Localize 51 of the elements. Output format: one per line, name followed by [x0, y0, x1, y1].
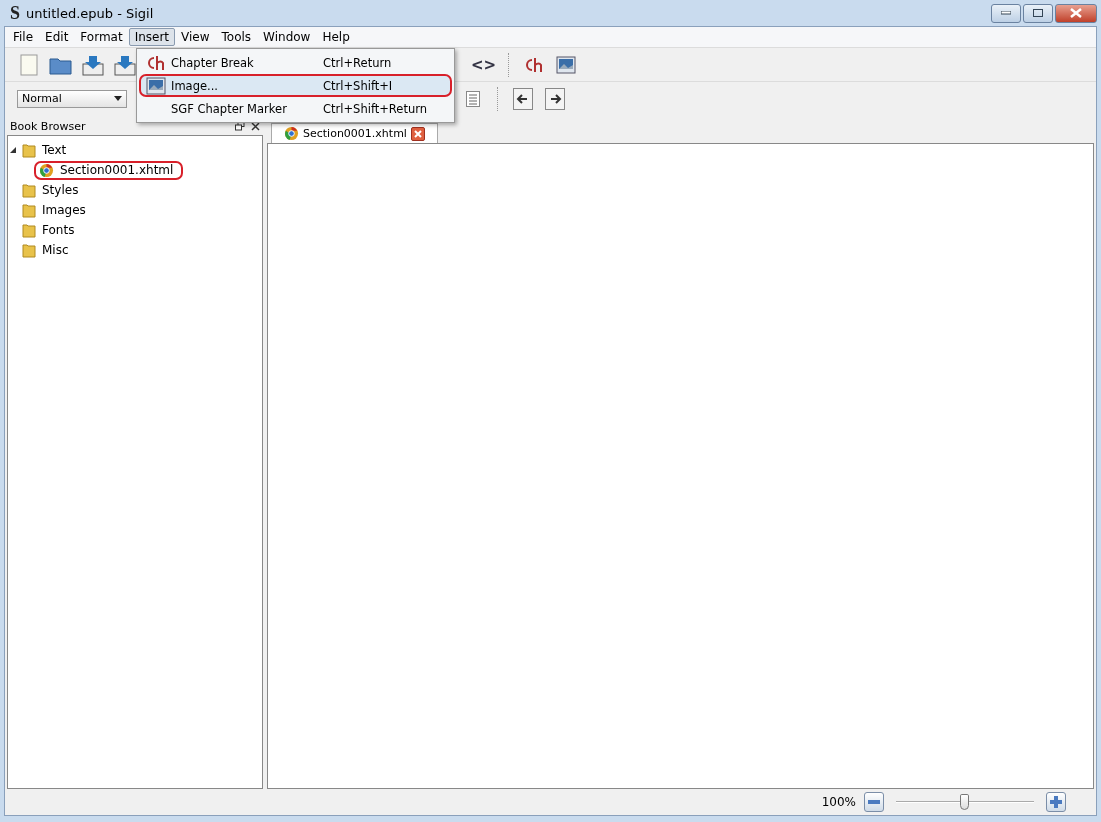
menu-item[interactable]: Format: [74, 28, 129, 46]
tree-item[interactable]: Misc: [22, 242, 69, 258]
document-tab[interactable]: Section0001.xhtml: [271, 123, 438, 143]
menu-item[interactable]: File: [7, 28, 40, 46]
panel-title: Book Browser: [10, 119, 87, 133]
picture-icon: [146, 76, 166, 95]
menu-item[interactable]: Help: [316, 28, 356, 46]
close-button[interactable]: [1055, 3, 1097, 23]
window-title: untitled.epub - Sigil: [26, 5, 154, 21]
menu-item[interactable]: Window: [257, 28, 317, 46]
close-icon: [1070, 8, 1082, 18]
app-logo: S: [10, 2, 20, 24]
menu-entry[interactable]: SGF Chapter Marker Ctrl+Shift+Return: [139, 97, 452, 120]
menu-item[interactable]: View: [175, 28, 216, 46]
menu-entry[interactable]: Image... Ctrl+Shift+I: [139, 74, 452, 97]
minimize-icon: [1001, 11, 1011, 15]
folder-icon: [22, 202, 36, 218]
minus-icon: [868, 800, 880, 804]
menu-entry[interactable]: Chapter Break Ctrl+Return: [139, 51, 452, 74]
code-view-button[interactable]: <>: [471, 55, 497, 74]
decrease-indent-icon[interactable]: [511, 86, 535, 111]
folder-icon: [22, 222, 36, 238]
tree-item[interactable]: Fonts: [22, 222, 75, 238]
plus-icon: [1050, 796, 1062, 808]
tree-item[interactable]: Text: [22, 142, 67, 158]
increase-indent-icon[interactable]: [543, 86, 567, 111]
picture-icon: [556, 55, 577, 74]
close-tab-icon[interactable]: [410, 126, 425, 141]
menu-item[interactable]: Tools: [215, 28, 258, 46]
tree-item[interactable]: Styles: [22, 182, 79, 198]
tree-item[interactable]: Images: [22, 202, 86, 218]
zoom-level: 100%: [821, 795, 856, 809]
folder-icon: [22, 242, 36, 258]
zoom-in-button[interactable]: [1046, 792, 1066, 812]
chapter-symbol-icon: [145, 53, 167, 72]
menu-item[interactable]: Edit: [39, 28, 75, 46]
undock-icon[interactable]: [235, 121, 245, 131]
highlighted-tree-item[interactable]: Section0001.xhtml: [34, 160, 184, 180]
globe-file-icon: [284, 126, 299, 141]
dropdown-arrow-icon: [114, 96, 122, 101]
folder-icon: [22, 182, 36, 198]
folder-icon: [22, 142, 36, 158]
globe-file-icon: [39, 162, 54, 178]
style-dropdown[interactable]: Normal: [17, 89, 127, 108]
maximize-icon: [1033, 9, 1043, 17]
collapse-arrow-icon[interactable]: [10, 147, 18, 153]
menu-item[interactable]: Insert: [128, 28, 176, 46]
slider-thumb[interactable]: [960, 794, 969, 810]
close-icon[interactable]: [251, 121, 260, 131]
zoom-out-button[interactable]: [864, 792, 884, 812]
maximize-button[interactable]: [1023, 3, 1053, 23]
